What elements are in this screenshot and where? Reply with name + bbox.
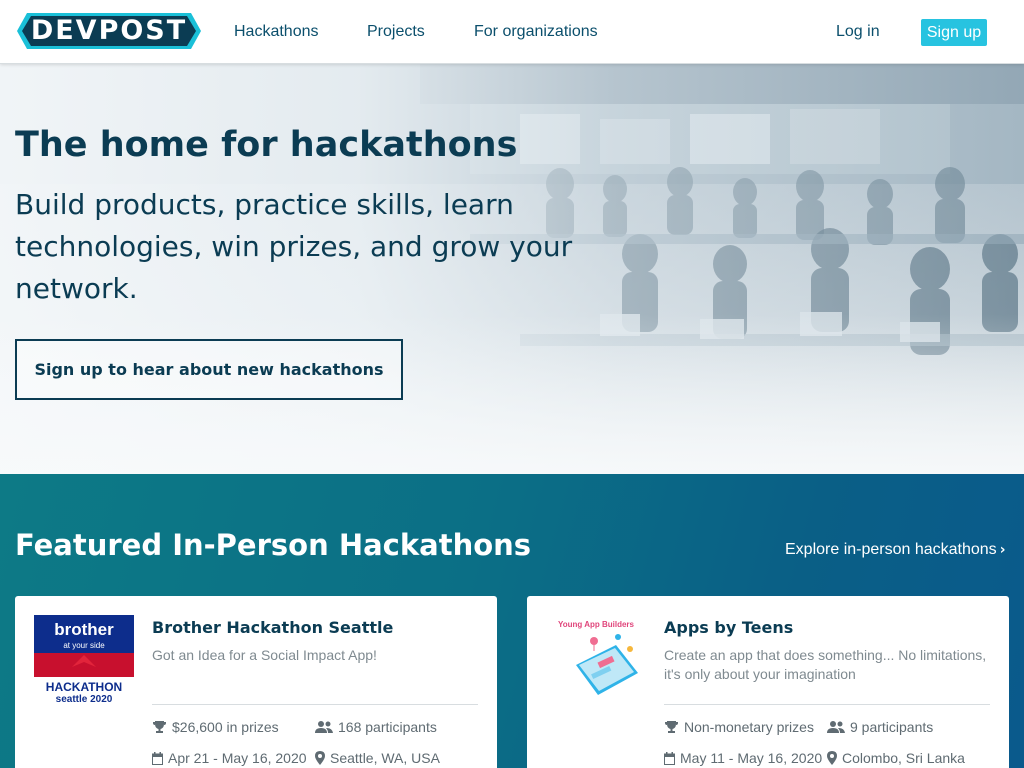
participants-text: 168 participants <box>338 719 437 735</box>
hackathon-title[interactable]: Apps by Teens <box>664 618 793 638</box>
location-text: Seattle, WA, USA <box>330 750 440 766</box>
users-icon <box>315 721 333 733</box>
explore-in-person-link[interactable]: Explore in-person hackathons › <box>785 540 1005 560</box>
featured-in-person-section: Featured In-Person Hackathons Explore in… <box>0 474 1024 768</box>
prizes-text: $26,600 in prizes <box>172 719 279 735</box>
top-navigation: DEVPOST Hackathons Projects For organiza… <box>0 0 1024 64</box>
prizes-info: Non-monetary prizes <box>664 718 814 736</box>
thumb-edition-text: seattle 2020 <box>56 694 113 705</box>
apps-by-teens-thumbnail: Young App Builders <box>546 615 646 705</box>
brother-hackathon-thumbnail: brother at your side HACKATHON seattle 2… <box>34 615 134 705</box>
thumb-brand-text: brother <box>54 620 114 639</box>
hackathon-title[interactable]: Brother Hackathon Seattle <box>152 618 393 638</box>
location-info: Seattle, WA, USA <box>315 749 440 767</box>
featured-section-title: Featured In-Person Hackathons <box>15 528 532 562</box>
calendar-icon <box>152 752 163 765</box>
hero-section: The home for hackathons Build products, … <box>0 64 1024 474</box>
calendar-icon <box>664 752 675 765</box>
signup-button[interactable]: Sign up <box>921 19 987 46</box>
map-marker-icon <box>315 751 325 765</box>
users-icon <box>827 721 845 733</box>
trophy-icon <box>665 721 678 733</box>
hackathon-card[interactable]: brother at your side HACKATHON seattle 2… <box>15 596 497 768</box>
hackathon-card[interactable]: Young App Builders Apps by Teens Create … <box>527 596 1009 768</box>
dates-text: May 11 - May 16, 2020 <box>680 750 823 766</box>
card-divider <box>664 704 990 705</box>
dates-text: Apr 21 - May 16, 2020 <box>168 750 307 766</box>
location-text: Colombo, Sri Lanka <box>842 750 965 766</box>
nav-projects-link[interactable]: Projects <box>367 22 425 42</box>
devpost-logo[interactable]: DEVPOST <box>17 13 201 49</box>
dates-info: Apr 21 - May 16, 2020 <box>152 749 307 767</box>
explore-link-label: Explore in-person hackathons <box>785 541 997 558</box>
card-divider <box>152 704 478 705</box>
hero-subtitle: Build products, practice skills, learn t… <box>15 188 573 305</box>
thumb-caption-text: Young App Builders <box>558 620 635 629</box>
hackathon-signup-button[interactable]: Sign up to hear about new hackathons <box>15 339 403 400</box>
prizes-info: $26,600 in prizes <box>152 718 279 736</box>
nav-hackathons-link[interactable]: Hackathons <box>234 22 319 42</box>
map-marker-icon <box>827 751 837 765</box>
hero-title: The home for hackathons <box>15 125 518 165</box>
thumb-tagline-text: at your side <box>63 641 105 650</box>
trophy-icon <box>153 721 166 733</box>
nav-organizations-link[interactable]: For organizations <box>474 22 598 42</box>
login-link[interactable]: Log in <box>836 22 880 42</box>
participants-info: 168 participants <box>315 718 437 736</box>
hackathon-description: Create an app that does something... No … <box>664 647 987 682</box>
dates-info: May 11 - May 16, 2020 <box>664 749 822 767</box>
participants-text: 9 participants <box>850 719 934 735</box>
thumb-event-text: HACKATHON <box>46 680 122 694</box>
participants-info: 9 participants <box>827 718 933 736</box>
logo-text: DEVPOST <box>30 15 188 46</box>
hackathon-description: Got an Idea for a Social Impact App! <box>152 647 377 663</box>
location-info: Colombo, Sri Lanka <box>827 749 965 767</box>
prizes-text: Non-monetary prizes <box>684 719 814 735</box>
chevron-right-icon: › <box>999 542 1006 558</box>
